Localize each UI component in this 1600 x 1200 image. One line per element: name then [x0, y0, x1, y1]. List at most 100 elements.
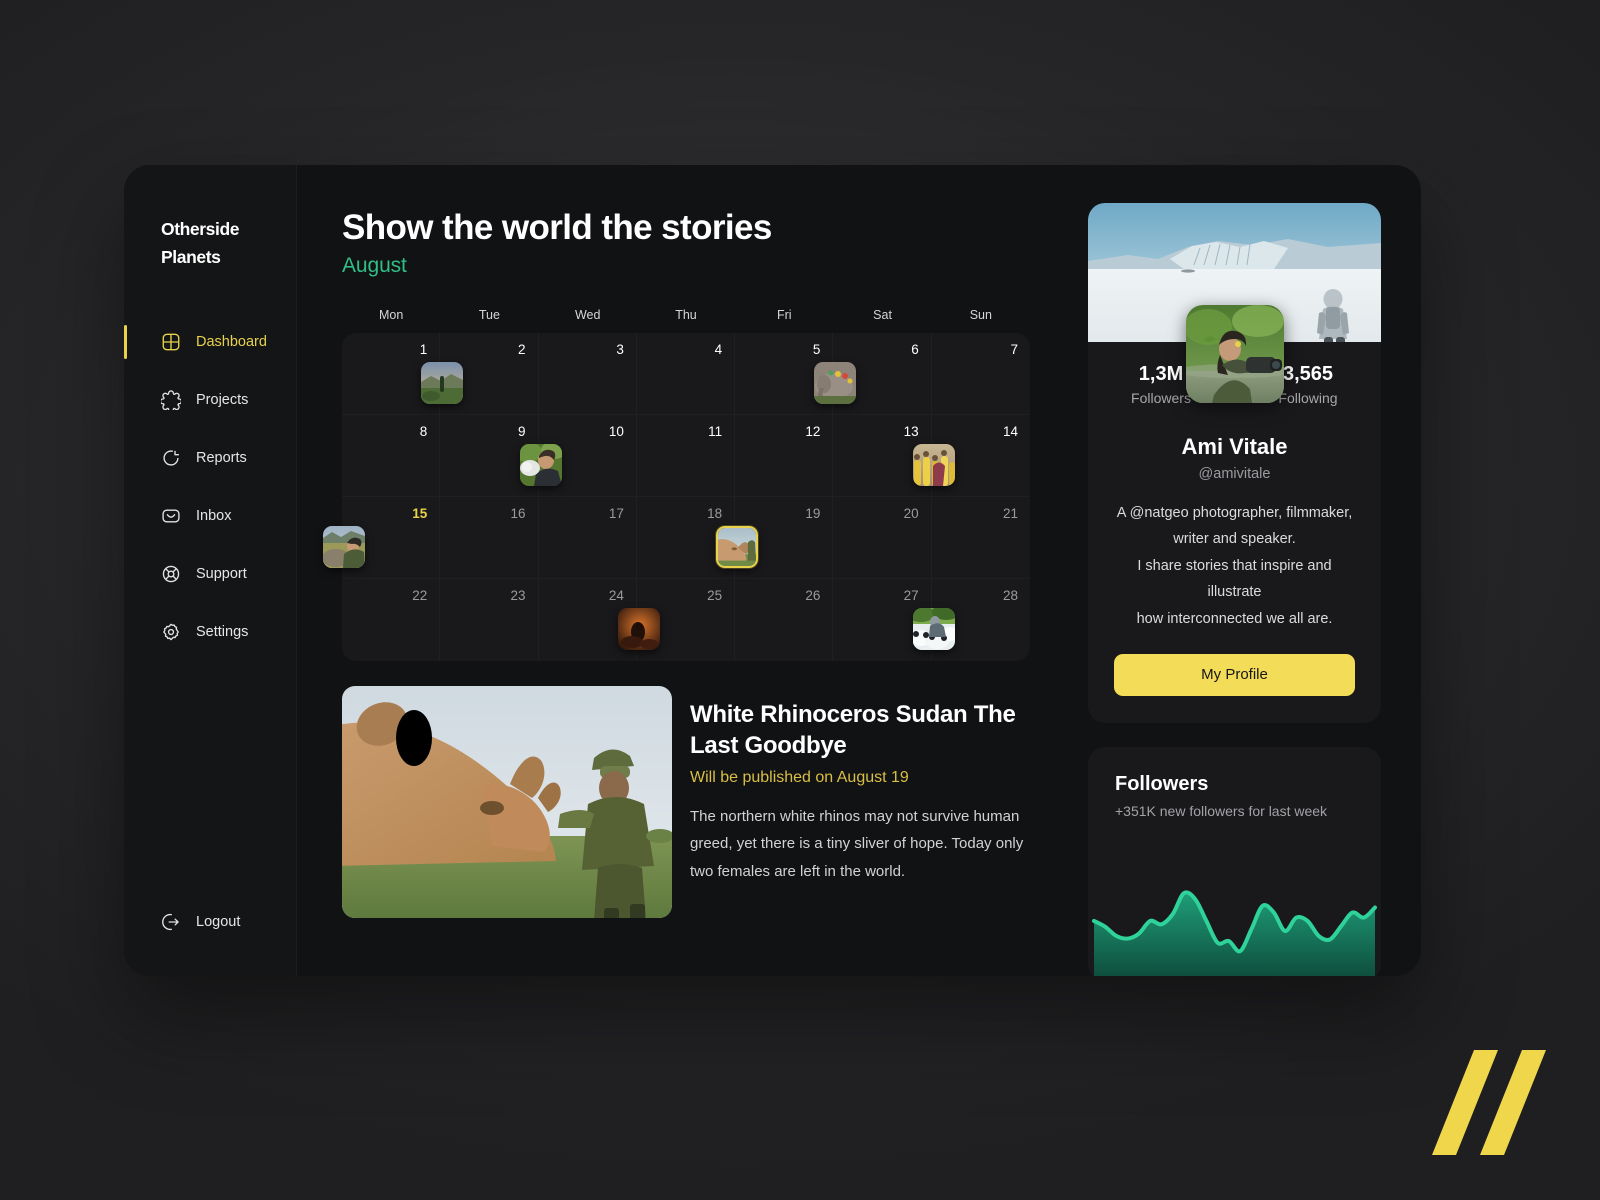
calendar-day-cell[interactable]: 7 [931, 333, 1030, 416]
puzzle-icon [159, 390, 183, 413]
calendar-day-cell[interactable]: 6 [814, 333, 932, 416]
calendar-day-number: 22 [412, 588, 428, 604]
calendar-day-number: 9 [518, 424, 526, 440]
calendar-day-cell[interactable]: 4 [636, 333, 736, 416]
calendar-day-cell[interactable]: 12 [735, 415, 834, 498]
calendar-day-number: 8 [419, 424, 428, 440]
calendar-day-number: 19 [805, 506, 821, 522]
brand-line-2: Planets [161, 247, 221, 267]
calendar-day-cell[interactable]: 21 [931, 497, 1030, 580]
calendar-day-number: 23 [510, 588, 526, 604]
logout-button[interactable]: Logout [124, 912, 297, 932]
main-area: Show the world the stories August Mon Tu… [297, 165, 1421, 976]
calendar-day-cell[interactable]: 14 [912, 415, 1030, 498]
my-profile-button[interactable]: My Profile [1114, 653, 1355, 696]
calendar-day-number: 25 [707, 588, 723, 604]
sidebar-item-inbox[interactable]: Inbox [124, 497, 297, 535]
sidebar-nav: Dashboard Projects Reports Inbox Support… [124, 323, 297, 671]
weekday-label: Tue [478, 308, 500, 323]
profile-name: Ami Vitale [1181, 434, 1288, 459]
calendar-day-number: 15 [412, 506, 428, 522]
weekday-label: Fri [776, 308, 792, 323]
calendar-day-number: 21 [1002, 506, 1018, 522]
calendar-day-number: 4 [714, 342, 723, 358]
calendar-day-cell[interactable]: 22 [342, 579, 441, 662]
sidebar-item-label: Reports [196, 450, 247, 466]
calendar-day-number: 28 [1002, 588, 1018, 604]
calendar-day-number: 27 [903, 588, 919, 604]
logout-arrow-icon [161, 912, 181, 932]
calendar-day-number: 2 [518, 342, 526, 358]
weekday-label: Thu [675, 308, 697, 323]
profile-bio-line-3: I share stories that inspire and illustr… [1137, 557, 1332, 601]
brand-line-1: Otherside [161, 219, 240, 239]
sidebar-item-support[interactable]: Support [124, 555, 297, 593]
sidebar-item-reports[interactable]: Reports [124, 439, 297, 477]
article-publish-note: Will be published on August 19 [690, 768, 909, 786]
profile-bio: A @natgeo photographer, filmmaker, write… [1088, 500, 1381, 632]
calendar-weekday-header: Mon Tue Wed Thu Fri Sat Sun [342, 308, 1030, 322]
calendar-day-number: 20 [903, 506, 919, 522]
article-image [342, 686, 672, 919]
envelope-icon [161, 506, 181, 526]
calendar-day-cell[interactable]: 26 [735, 579, 834, 662]
sidebar-item-settings[interactable]: Settings [124, 613, 297, 651]
sidebar-item-label: Projects [196, 392, 249, 408]
calendar-day-number: 3 [616, 342, 624, 358]
article-body: White Rhinoceros Sudan The Last Goodbye … [690, 686, 1030, 918]
calendar-day-number: 18 [707, 506, 723, 522]
calendar-day-number: 5 [812, 342, 821, 358]
calendar: Mon Tue Wed Thu Fri Sat Sun 1 2 3 4 5 6 7 8 9 10 1… [323, 308, 1030, 662]
calendar-day-cell[interactable]: 20 [833, 497, 932, 580]
calendar-day-cell[interactable]: 2 [421, 333, 539, 416]
calendar-day-cell[interactable]: 19 [716, 497, 834, 580]
calendar-story-thumbnail[interactable] [814, 362, 857, 405]
double-slash-logo [1428, 1050, 1548, 1155]
calendar-story-thumbnail[interactable] [421, 362, 464, 405]
calendar-story-thumbnail[interactable] [617, 608, 660, 651]
sidebar-item-label: Settings [196, 624, 249, 640]
calendar-story-thumbnail[interactable] [323, 526, 365, 569]
profile-handle: @amivitale [1198, 466, 1271, 482]
calendar-story-thumbnail[interactable] [716, 526, 759, 569]
calendar-day-cell[interactable]: 25 [617, 579, 736, 662]
calendar-day-number: 26 [805, 588, 821, 604]
calendar-day-number: 10 [608, 424, 624, 440]
article-card[interactable]: White Rhinoceros Sudan The Last Goodbye … [342, 686, 1030, 919]
profile-bio-line-2: writer and speaker. [1173, 531, 1296, 548]
sidebar: Otherside Planets Dashboard Projects Rep… [124, 165, 297, 976]
sidebar-item-projects[interactable]: Projects [124, 381, 297, 419]
calendar-day-cell[interactable]: 28 [912, 579, 1030, 661]
calendar-day-cell[interactable]: 10 [519, 415, 637, 498]
active-indicator [124, 325, 127, 359]
calendar-day-number: 14 [1002, 424, 1018, 440]
followers-card-title: Followers [1115, 772, 1209, 795]
followers-area-chart [1088, 851, 1381, 976]
calendar-day-cell[interactable]: 15 [323, 497, 441, 580]
calendar-story-thumbnail[interactable] [912, 608, 955, 651]
article-title: White Rhinoceros Sudan The Last Goodbye [690, 701, 1016, 759]
calendar-day-number: 17 [608, 506, 624, 522]
app-window: Otherside Planets Dashboard Projects Rep… [124, 165, 1421, 976]
calendar-day-number: 24 [608, 588, 624, 604]
lifebuoy-icon [161, 564, 181, 584]
profile-bio-line-1: A @natgeo photographer, filmmaker, [1116, 505, 1353, 521]
page-title: Show the world the stories [342, 208, 772, 247]
sidebar-item-label: Inbox [196, 508, 232, 524]
calendar-day-cell[interactable]: 8 [342, 415, 441, 498]
sidebar-item-label: Dashboard [196, 334, 267, 350]
weekday-label: Sun [969, 308, 992, 323]
calendar-day-cell[interactable]: 3 [538, 333, 637, 416]
sidebar-item-dashboard[interactable]: Dashboard [124, 323, 297, 361]
calendar-day-number: 7 [1010, 342, 1018, 358]
calendar-day-cell[interactable]: 17 [538, 497, 637, 580]
calendar-story-thumbnail[interactable] [912, 444, 955, 487]
calendar-day-number: 1 [419, 342, 428, 358]
calendar-story-thumbnail[interactable] [519, 444, 562, 487]
calendar-day-cell[interactable]: 16 [440, 497, 539, 580]
calendar-day-cell[interactable]: 23 [440, 579, 539, 662]
calendar-day-cell[interactable]: 11 [636, 415, 736, 498]
weekday-label: Sat [873, 308, 892, 323]
dashboard-grid-icon [161, 332, 181, 352]
